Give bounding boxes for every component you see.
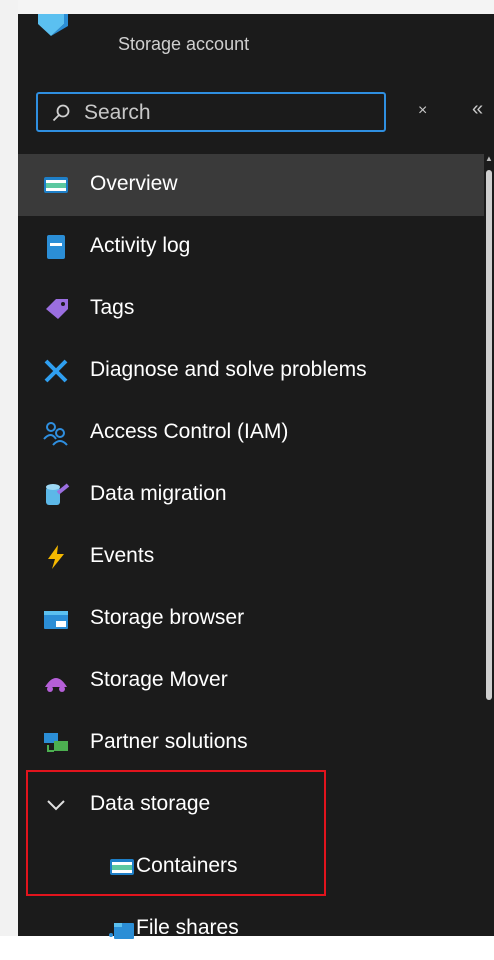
resource-type-label: Storage account xyxy=(118,34,250,54)
nav-item-activity-log[interactable]: Activity log xyxy=(18,216,484,278)
nav-item-tags[interactable]: Tags xyxy=(18,278,484,340)
nav-item-diagnose[interactable]: Diagnose and solve problems xyxy=(18,340,484,402)
storage-account-icon xyxy=(38,14,68,36)
section-data-storage[interactable]: Data storage xyxy=(18,774,484,836)
search-input[interactable] xyxy=(82,94,376,132)
tag-icon xyxy=(46,299,68,319)
nav-item-overview[interactable]: Overview xyxy=(18,154,484,216)
nav-item-events[interactable]: Events xyxy=(18,526,484,588)
lightning-icon xyxy=(48,545,64,569)
storage-browser-icon xyxy=(44,611,68,629)
people-icon xyxy=(43,422,68,446)
overview-icon xyxy=(44,177,68,193)
window-top-edge xyxy=(0,0,494,14)
file-shares-icon xyxy=(109,923,134,939)
storage-mover-icon xyxy=(45,678,67,692)
search-box[interactable] xyxy=(36,92,386,132)
nav-item-partner-solutions[interactable]: Partner solutions xyxy=(18,712,484,774)
nav-item-access-control[interactable]: Access Control (IAM) xyxy=(18,402,484,464)
wrench-icon xyxy=(44,359,68,383)
activity-log-icon xyxy=(47,235,65,259)
search-icon xyxy=(52,104,70,122)
data-migration-icon xyxy=(46,483,70,505)
collapse-menu-button[interactable]: « xyxy=(472,98,483,121)
scroll-thumb[interactable] xyxy=(486,170,492,700)
partner-solutions-icon xyxy=(44,733,68,752)
chevron-down-icon xyxy=(47,800,65,811)
nav-item-storage-browser[interactable]: Storage browser xyxy=(18,588,484,650)
window-left-edge xyxy=(0,0,18,936)
scroll-up-arrow-icon[interactable]: ▲ xyxy=(485,154,493,163)
resource-nav: Overview Activity log Tags Diagnose and … xyxy=(18,154,484,960)
scrollbar[interactable]: ▲ xyxy=(484,152,493,936)
nav-item-data-migration[interactable]: Data migration xyxy=(18,464,484,526)
nav-item-storage-mover[interactable]: Storage Mover xyxy=(18,650,484,712)
nav-item-containers[interactable]: Containers xyxy=(18,836,484,898)
containers-icon xyxy=(110,859,134,875)
nav-item-file-shares[interactable]: File shares xyxy=(18,898,484,960)
clear-search-button[interactable]: × xyxy=(418,102,427,120)
